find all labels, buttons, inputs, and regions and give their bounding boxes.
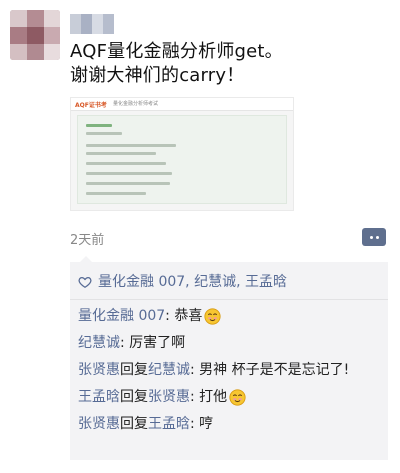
shared-article-card[interactable]: AQF证书考 量化金融分析师考试	[70, 97, 294, 211]
moments-post: AQF量化金融分析师get。 谢谢大神们的carry！ AQF证书考 量化金融分…	[0, 0, 400, 473]
comment-item[interactable]: 张贤惠 回复 王孟晗: 哼	[78, 415, 382, 433]
comment-item[interactable]: 张贤惠 回复 纪慧诚: 男神 杯子是不是忘记了!	[78, 361, 382, 379]
card-header: AQF证书考 量化金融分析师考试	[71, 98, 293, 111]
reply-target[interactable]: 王孟晗	[148, 415, 190, 433]
comment-text: : 哼	[190, 416, 214, 432]
username-blurred[interactable]	[70, 14, 114, 34]
post-text: AQF量化金融分析师get。 谢谢大神们的carry！	[70, 40, 390, 88]
reply-word: 回复	[120, 389, 148, 405]
post-time: 2天前	[70, 233, 105, 248]
interaction-panel: 量化金融 007, 纪慧诚, 王孟晗 量化金融 007: 恭喜 纪慧诚: 厉害了…	[70, 256, 388, 460]
reply-target[interactable]: 张贤惠	[148, 388, 190, 406]
dot-icon	[375, 235, 379, 239]
card-tag: 量化金融分析师考试	[113, 101, 159, 107]
comment-text: : 打他	[190, 389, 228, 405]
dot-icon	[369, 235, 373, 239]
more-actions-button[interactable]	[362, 228, 386, 246]
comment-author[interactable]: 量化金融 007	[78, 307, 165, 325]
comment-author[interactable]: 张贤惠	[78, 415, 120, 433]
comment-text: : 恭喜	[165, 308, 203, 324]
comment-item[interactable]: 王孟晗 回复 张贤惠: 打他	[78, 388, 382, 406]
likes-row: 量化金融 007, 纪慧诚, 王孟晗	[78, 271, 380, 293]
reply-word: 回复	[120, 416, 148, 432]
comment-text: : 男神 杯子是不是忘记了!	[190, 362, 350, 378]
comment-author[interactable]: 王孟晗	[78, 388, 120, 406]
card-brand: AQF证书考	[75, 102, 107, 109]
avatar[interactable]	[10, 10, 60, 60]
post-text-line-1: AQF量化金融分析师get。	[70, 41, 283, 62]
smile-emoji-icon	[204, 307, 221, 325]
comment-text: : 厉害了啊	[120, 335, 186, 351]
likes-divider	[70, 299, 388, 300]
reply-target[interactable]: 纪慧诚	[148, 361, 190, 379]
smile-emoji-icon	[229, 388, 246, 406]
card-preview-body	[77, 115, 287, 204]
post-text-line-2: 谢谢大神们的carry！	[70, 65, 245, 86]
reply-word: 回复	[120, 362, 148, 378]
comment-item[interactable]: 纪慧诚: 厉害了啊	[78, 334, 382, 352]
comment-item[interactable]: 量化金融 007: 恭喜	[78, 307, 382, 325]
likes-names[interactable]: 量化金融 007, 纪慧诚, 王孟晗	[98, 271, 287, 293]
comment-author[interactable]: 纪慧诚	[78, 334, 120, 352]
comment-author[interactable]: 张贤惠	[78, 361, 120, 379]
heart-icon	[78, 276, 92, 289]
comment-list: 量化金融 007: 恭喜 纪慧诚: 厉害了啊 张贤惠 回复 纪慧诚: 男神 杯子是不…	[78, 307, 382, 442]
